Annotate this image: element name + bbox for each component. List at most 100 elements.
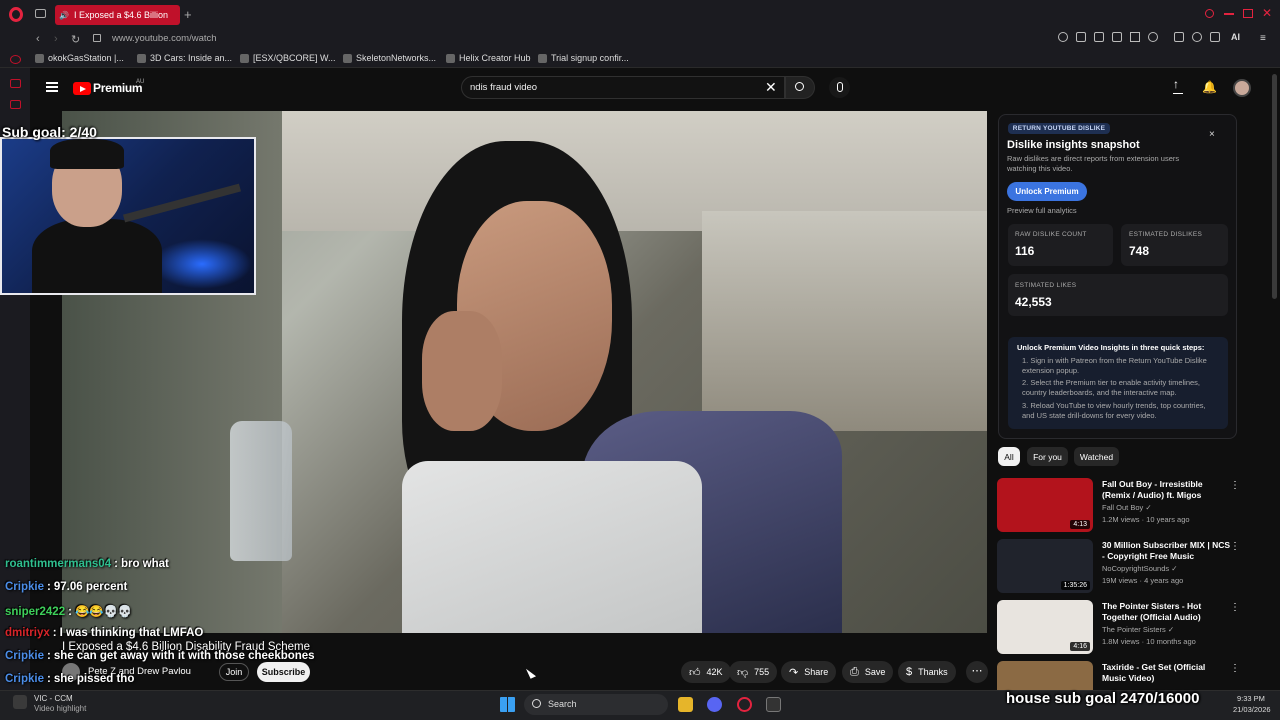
search-icon[interactable] — [795, 82, 804, 91]
terminal-icon[interactable] — [766, 697, 781, 712]
player-icon[interactable] — [1130, 32, 1140, 42]
rtd-title: Dislike insights snapshot — [1007, 139, 1140, 151]
chat-separator: : — [52, 627, 57, 639]
share-button[interactable]: ↷ Share — [781, 661, 837, 683]
bookmark-item[interactable]: 3D Cars: Inside an... — [137, 53, 232, 63]
lock-icon — [93, 34, 101, 42]
rec-more-icon[interactable]: ⋮ — [1230, 541, 1240, 552]
rec-more-icon[interactable]: ⋮ — [1230, 602, 1240, 613]
thumbs-up-icon: 👍︎ — [689, 666, 701, 679]
new-tab-button[interactable]: + — [184, 7, 192, 22]
sidebar-opera-icon[interactable] — [10, 55, 21, 64]
voice-search-icon[interactable] — [829, 77, 850, 98]
active-tab[interactable]: 🔊 I Exposed a $4.6 Billion — [55, 5, 180, 25]
taskbar-search-label[interactable]: Search — [548, 699, 577, 709]
bookmark-icon[interactable] — [1076, 32, 1086, 42]
chat-message: sniper2422: 😂😂💀💀 — [5, 604, 132, 618]
rec-channel[interactable]: The Pointer Sisters ✓ — [1102, 625, 1174, 634]
chip-all[interactable]: All — [998, 447, 1020, 466]
forward-icon[interactable]: › — [54, 33, 58, 45]
aria-ai-button[interactable]: AI — [1231, 32, 1240, 42]
stat-value: 748 — [1129, 244, 1150, 258]
bookmark-item[interactable]: Trial signup confir... — [538, 53, 629, 63]
speaker-icon[interactable]: 🔊 — [59, 11, 69, 20]
save-button[interactable]: ⎙ Save — [842, 661, 894, 683]
sidebar-workspace-icon[interactable] — [10, 79, 21, 88]
taskbar-date[interactable]: 21/03/2026 — [1233, 705, 1271, 714]
download-icon[interactable] — [1210, 32, 1220, 42]
page-scrollbar[interactable] — [1272, 74, 1277, 299]
url-field[interactable]: www.youtube.com/watch — [112, 33, 217, 44]
bookmark-item[interactable]: Helix Creator Hub — [446, 53, 531, 63]
tab-islands-icon[interactable] — [35, 9, 46, 18]
rec-title[interactable]: Fall Out Boy - Irresistible (Remix / Aud… — [1102, 479, 1230, 501]
unlock-premium-button[interactable]: Unlock Premium — [1007, 182, 1087, 201]
rec-channel[interactable]: Fall Out Boy ✓ — [1102, 503, 1152, 512]
rec-thumbnail[interactable]: 4:16 — [997, 600, 1093, 654]
maximize-icon[interactable] — [1243, 9, 1253, 18]
close-window-icon[interactable]: ✕ — [1262, 6, 1272, 20]
heart-icon[interactable] — [1148, 32, 1158, 42]
windows-start-icon[interactable] — [500, 697, 515, 712]
chat-separator: : — [114, 558, 118, 570]
rec-title[interactable]: The Pointer Sisters - Hot Together (Offi… — [1102, 601, 1230, 623]
account-avatar[interactable] — [1233, 79, 1251, 97]
webcam-streamer-body — [32, 219, 162, 293]
rec-more-icon[interactable]: ⋮ — [1230, 480, 1240, 491]
chip-watched[interactable]: Watched — [1074, 447, 1119, 466]
search-input[interactable]: ndis fraud video — [470, 82, 537, 93]
bookmark-item[interactable]: okokGasStation |... — [35, 53, 124, 63]
snapshot-icon[interactable] — [1094, 32, 1104, 42]
youtube-logo-icon[interactable] — [73, 82, 91, 95]
close-panel-icon[interactable]: × — [1209, 129, 1215, 140]
more-actions-icon[interactable]: ⋯ — [966, 661, 988, 683]
reload-icon[interactable]: ↻ — [71, 33, 80, 46]
video-frame-water-bottle — [230, 421, 292, 561]
taskbar-app-name[interactable]: VIC - CCM — [34, 694, 73, 703]
premium-steps-title: Unlock Premium Video Insights in three q… — [1017, 343, 1205, 352]
bookmark-favicon-icon — [538, 53, 547, 63]
preview-analytics-link[interactable]: Preview full analytics — [1007, 206, 1077, 215]
youtube-premium-logo[interactable]: Premium — [93, 81, 143, 95]
rec-title[interactable]: Taxiride - Get Set (Official Music Video… — [1102, 662, 1230, 684]
like-button[interactable]: 👍︎ 42K — [681, 661, 731, 683]
notifications-bell-icon[interactable]: 🔔 — [1202, 80, 1217, 94]
join-button[interactable]: Join — [219, 663, 249, 681]
sidebar-messenger-icon[interactable] — [10, 100, 21, 109]
menu-icon[interactable]: ≡ — [1260, 33, 1266, 44]
clear-search-icon[interactable]: ✕ — [765, 79, 777, 96]
subscribe-button[interactable]: Subscribe — [257, 662, 310, 682]
chat-text: 😂😂💀💀 — [74, 606, 133, 618]
bookmark-favicon-icon — [240, 53, 249, 63]
rec-title[interactable]: 30 Million Subscriber MIX | NCS - Copyri… — [1102, 540, 1230, 562]
rec-more-icon[interactable]: ⋮ — [1230, 663, 1240, 674]
extensions-icon[interactable] — [1174, 32, 1184, 42]
file-explorer-icon[interactable] — [678, 697, 693, 712]
ccm-app-icon[interactable] — [13, 695, 27, 709]
premium-step: 3. Reload YouTube to view hourly trends,… — [1022, 401, 1206, 420]
adblock-icon[interactable] — [1112, 32, 1122, 42]
zoom-icon[interactable] — [1058, 32, 1068, 42]
minimize-icon[interactable] — [1224, 13, 1234, 15]
rec-thumbnail[interactable]: 4:13 — [997, 478, 1093, 532]
bookmark-item[interactable]: [ESX/QBCORE] W... — [240, 53, 336, 63]
guide-menu-icon[interactable] — [46, 82, 58, 92]
taskbar-search-box[interactable] — [524, 694, 668, 715]
chip-for-you[interactable]: For you — [1027, 447, 1068, 466]
rec-thumbnail[interactable]: 1:35:26 — [997, 539, 1093, 593]
chat-message: dmitriyx: I was thinking that LMFAO — [5, 627, 203, 639]
search-tabs-icon[interactable] — [1205, 9, 1214, 18]
rec-channel[interactable]: NoCopyrightSounds ✓ — [1102, 564, 1178, 573]
opera-taskbar-icon[interactable] — [737, 697, 752, 712]
create-upload-icon[interactable] — [1173, 77, 1183, 94]
taskbar-time[interactable]: 9:33 PM — [1237, 694, 1265, 703]
opera-logo-icon[interactable] — [9, 7, 23, 22]
discord-icon[interactable] — [707, 697, 722, 712]
thanks-button[interactable]: $ Thanks — [898, 661, 956, 683]
back-icon[interactable]: ‹ — [36, 33, 40, 45]
dislike-button[interactable]: 👎︎ 755 — [729, 661, 778, 683]
chat-message: roantimmermans04: bro what — [5, 558, 169, 570]
easy-setup-icon[interactable] — [1192, 32, 1202, 42]
bookmark-item[interactable]: SkeletonNetworks... — [343, 53, 436, 63]
video-frame-person-hand — [422, 311, 502, 431]
